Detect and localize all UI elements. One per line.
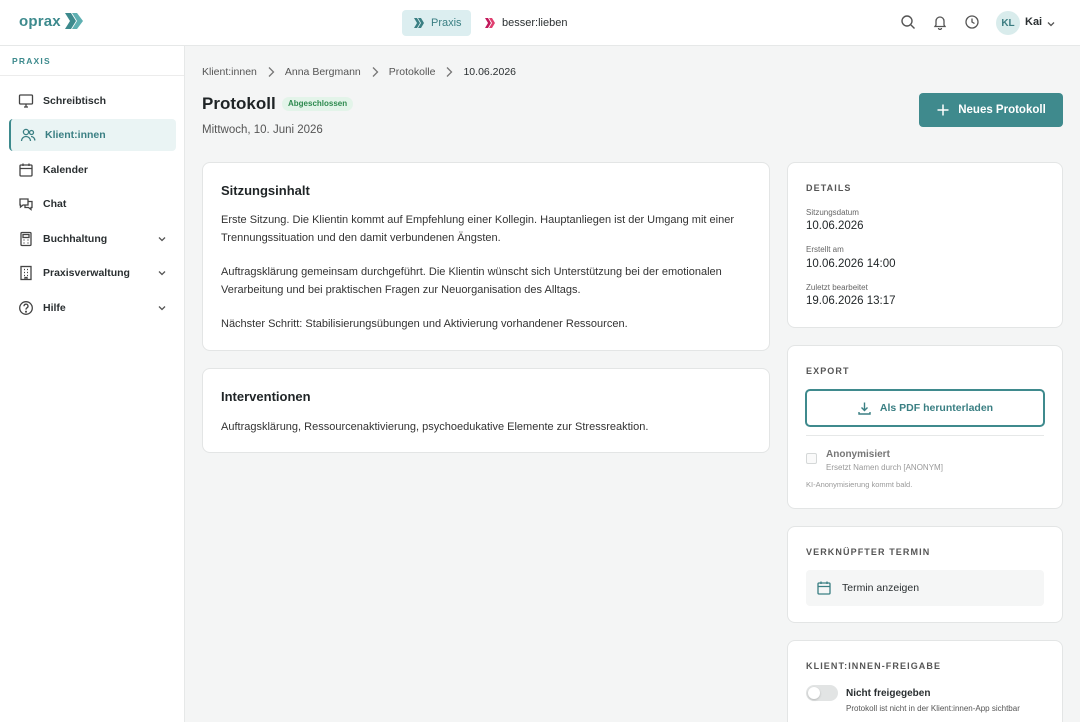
calculator-icon (18, 231, 34, 247)
user-name[interactable]: Kai (1025, 16, 1042, 28)
building-icon (18, 265, 34, 281)
plus-icon (936, 103, 950, 117)
detail-label: Erstellt am (806, 245, 844, 254)
client-sharing-card: KLIENT:INNEN-FREIGABE Nicht freigegeben … (787, 640, 1063, 722)
show-appointment-link[interactable]: Termin anzeigen (806, 570, 1044, 606)
details-title: DETAILS (806, 183, 852, 193)
sidebar-item-label: Schreibtisch (43, 95, 107, 107)
new-protocol-label: Neues Protokoll (958, 104, 1046, 116)
interventions-card: Interventionen Auftragsklärung, Ressourc… (202, 368, 770, 453)
app-tab-label: besser:lieben (502, 17, 568, 29)
app-tab-besser-lieben[interactable]: besser:lieben (473, 10, 579, 36)
detail-value: 10.06.2026 (806, 220, 864, 232)
besser-lieben-chevrons-icon (485, 18, 495, 28)
linked-appointment-card: VERKNÜPFTER TERMIN Termin anzeigen (787, 526, 1063, 623)
top-bar: oprax Praxis besser:lieben KL Kai (0, 0, 1080, 46)
praxis-chevrons-icon (414, 18, 424, 28)
app-tab-praxis[interactable]: Praxis (402, 10, 471, 36)
brand-logo[interactable]: oprax (19, 12, 84, 30)
brand-name: oprax (19, 12, 61, 30)
chevron-right-icon (370, 66, 380, 78)
sidebar-item-chat[interactable]: Chat (9, 188, 176, 220)
sharing-toggle[interactable] (806, 685, 838, 701)
chevron-down-icon[interactable] (157, 268, 167, 278)
anonymize-label: Anonymisiert (826, 449, 890, 460)
sidebar-item-label: Hilfe (43, 302, 66, 314)
anonymize-note: KI-Anonymisierung kommt bald. (806, 480, 913, 489)
sidebar-section-title: PRAXIS (12, 56, 51, 66)
anonymize-description: Ersetzt Namen durch [ANONYM] (826, 463, 943, 472)
sidebar-item-kalender[interactable]: Kalender (9, 154, 176, 186)
chevron-down-icon[interactable] (157, 303, 167, 313)
detail-label: Zuletzt bearbeitet (806, 283, 868, 292)
export-divider (806, 435, 1044, 436)
app-tab-label: Praxis (431, 17, 462, 29)
toggle-knob (808, 687, 820, 699)
sharing-description: Protokoll ist nicht in der Klient:innen-… (846, 704, 1020, 713)
chat-icon (18, 196, 34, 212)
sidebar-item-buchhaltung[interactable]: Buchhaltung (9, 223, 176, 255)
sidebar-item-hilfe[interactable]: Hilfe (9, 292, 176, 324)
sidebar-item-label: Klient:innen (45, 129, 106, 141)
sidebar-divider (0, 75, 184, 76)
chevron-down-icon[interactable] (157, 234, 167, 244)
session-content-card: Sitzungsinhalt Erste Sitzung. Die Klient… (202, 162, 770, 351)
sidebar-item-schreibtisch[interactable]: Schreibtisch (9, 85, 176, 117)
monitor-icon (18, 93, 34, 109)
detail-value: 10.06.2026 14:00 (806, 258, 896, 270)
download-pdf-button[interactable]: Als PDF herunterladen (805, 389, 1045, 427)
calendar-icon (18, 162, 34, 178)
export-title: EXPORT (806, 366, 850, 376)
chevron-right-icon (444, 66, 454, 78)
details-card: DETAILS Sitzungsdatum 10.06.2026 Erstell… (787, 162, 1063, 328)
session-paragraph: Nächster Schritt: Stabilisierungsübungen… (221, 318, 628, 330)
sidebar-item-label: Praxisverwaltung (43, 267, 130, 279)
clock-icon[interactable] (964, 14, 980, 30)
user-avatar[interactable]: KL (996, 11, 1020, 35)
status-badge: Abgeschlossen (282, 97, 354, 111)
sharing-status-label: Nicht freigegeben (846, 688, 931, 699)
sidebar-item-label: Chat (43, 198, 67, 210)
help-icon (18, 300, 34, 316)
linked-appointment-title: VERKNÜPFTER TERMIN (806, 547, 931, 557)
breadcrumb-client[interactable]: Anna Bergmann (285, 66, 361, 78)
session-paragraph: Auftragsklärung gemeinsam durchgeführt. … (221, 266, 722, 296)
sidebar-item-label: Kalender (43, 164, 88, 176)
bell-icon[interactable] (932, 14, 948, 30)
users-icon (20, 127, 36, 143)
session-content-title: Sitzungsinhalt (221, 183, 310, 198)
chevron-down-icon[interactable] (1046, 17, 1056, 32)
sidebar-item-praxisverwaltung[interactable]: Praxisverwaltung (9, 257, 176, 289)
page-date: Mittwoch, 10. Juni 2026 (202, 124, 323, 136)
breadcrumb-current: 10.06.2026 (463, 66, 517, 78)
show-appointment-label: Termin anzeigen (842, 582, 920, 594)
page-title: Protokoll (202, 94, 276, 113)
breadcrumb-protokolle[interactable]: Protokolle (389, 66, 436, 78)
anonymize-checkbox[interactable] (806, 453, 817, 464)
download-pdf-label: Als PDF herunterladen (879, 402, 994, 414)
new-protocol-button[interactable]: Neues Protokoll (919, 93, 1063, 127)
calendar-icon (816, 580, 832, 596)
sidebar-item-label: Buchhaltung (43, 233, 108, 245)
breadcrumb-klientinnen[interactable]: Klient:innen (202, 66, 257, 78)
brand-chevrons-icon (64, 12, 84, 30)
detail-label: Sitzungsdatum (806, 208, 859, 217)
export-card: EXPORT Als PDF herunterladen Anonymisier… (787, 345, 1063, 509)
sidebar-item-klientinnen[interactable]: Klient:innen (9, 119, 176, 151)
breadcrumb: Klient:innen Anna Bergmann Protokolle 10… (202, 66, 516, 78)
sidebar: PRAXIS Schreibtisch Klient:innen Kalende… (0, 46, 185, 722)
interventions-title: Interventionen (221, 389, 311, 404)
detail-value: 19.06.2026 13:17 (806, 295, 896, 307)
interventions-text: Auftragsklärung, Ressourcenaktivierung, … (221, 421, 649, 433)
search-icon[interactable] (900, 14, 916, 30)
download-icon (857, 401, 872, 416)
session-paragraph: Erste Sitzung. Die Klientin kommt auf Em… (221, 214, 734, 244)
chevron-right-icon (266, 66, 276, 78)
client-sharing-title: KLIENT:INNEN-FREIGABE (806, 661, 942, 671)
